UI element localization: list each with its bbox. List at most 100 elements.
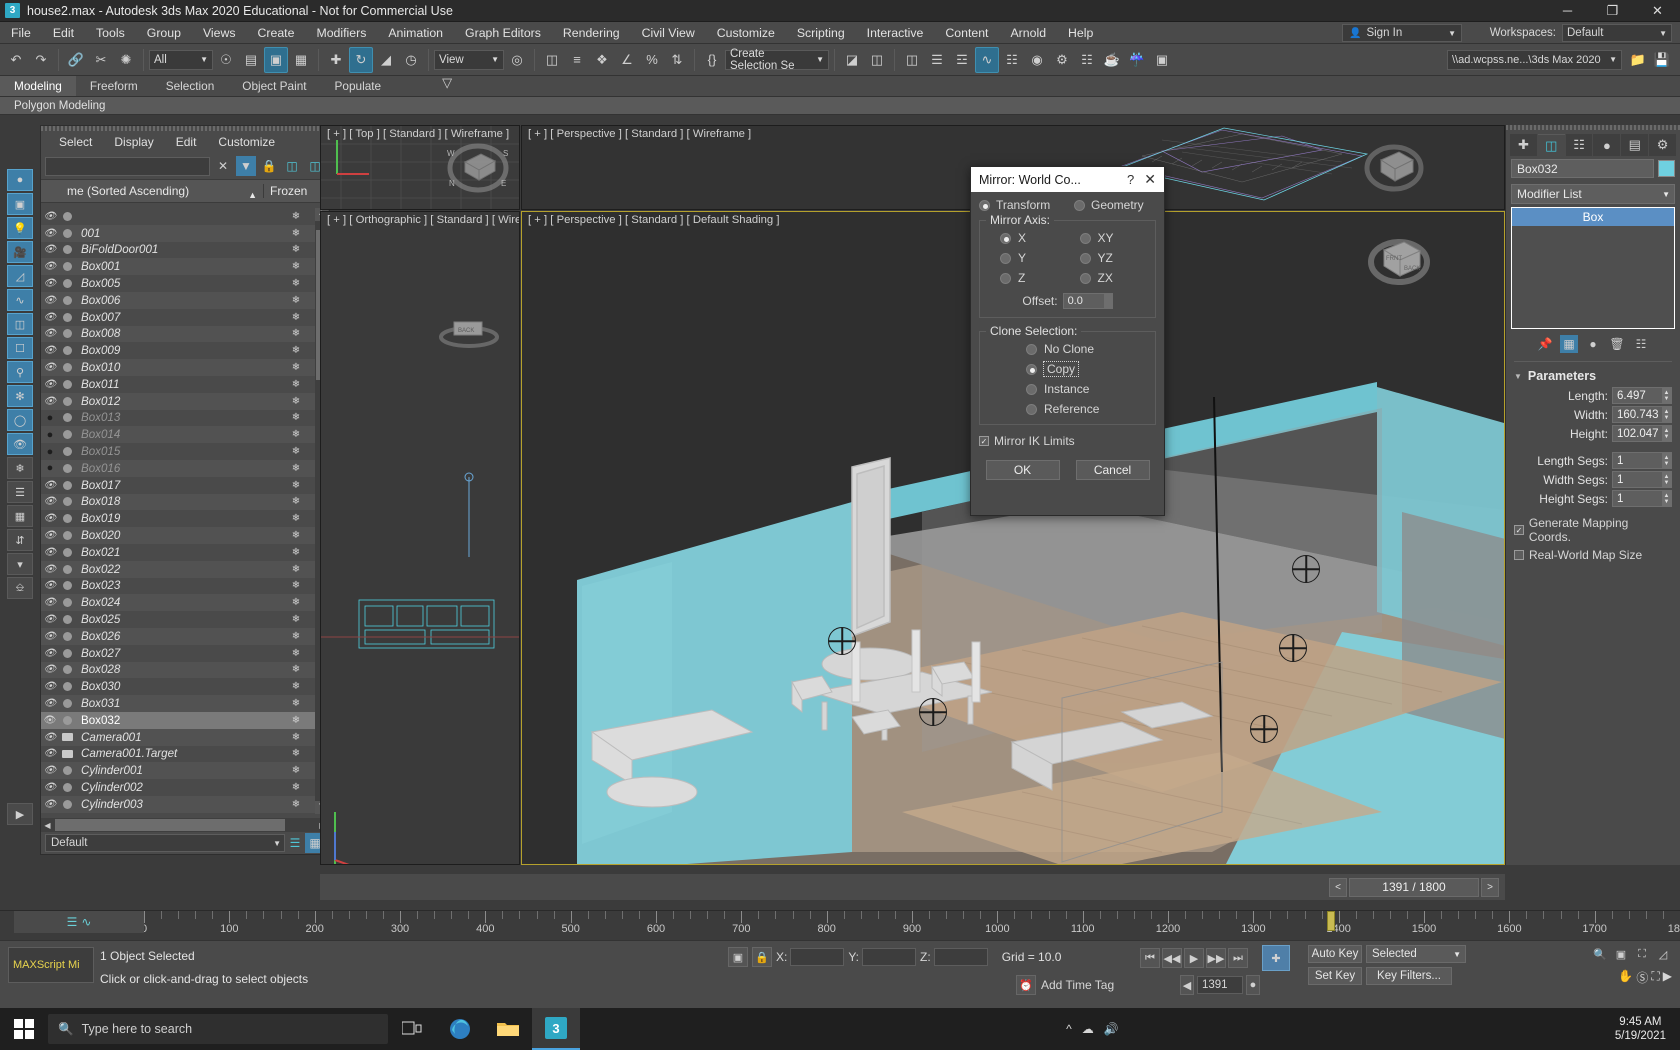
named-selection-icon[interactable]: {}: [700, 47, 724, 73]
clear-search-icon[interactable]: ✕: [213, 156, 233, 176]
spinner-arrows-icon[interactable]: [1104, 294, 1112, 308]
param-length-segs-field[interactable]: 1 ▲▼: [1612, 452, 1672, 469]
hscroll-thumb[interactable]: [55, 819, 285, 831]
file-explorer-button[interactable]: [484, 1008, 532, 1050]
ribbon-tab-freeform[interactable]: Freeform: [76, 76, 152, 96]
spinner-arrows-icon[interactable]: ▲▼: [1662, 407, 1671, 422]
filter-shapes-icon[interactable]: ◯: [7, 409, 33, 431]
maximize-viewport-icon[interactable]: ⛶: [1651, 969, 1659, 986]
material-editor-icon[interactable]: ◉: [1025, 47, 1049, 73]
task-view-button[interactable]: [388, 1008, 436, 1050]
expand-panel-icon[interactable]: ▶: [7, 803, 33, 825]
select-link-icon[interactable]: 🔗: [64, 47, 88, 73]
eye-icon[interactable]: 👁: [41, 480, 59, 491]
ribbon-tab-populate[interactable]: Populate: [321, 76, 396, 96]
object-color-swatch[interactable]: [1658, 160, 1675, 177]
expand-all-icon[interactable]: ◫: [282, 156, 302, 176]
radio-icon[interactable]: [1000, 253, 1011, 264]
previous-frame-icon[interactable]: ◀◀: [1162, 948, 1182, 968]
object-color-dot[interactable]: [59, 531, 75, 540]
explorer-object-list[interactable]: 👁❄👁001❄👁BiFoldDoor001❄👁Box001❄👁Box005❄👁B…: [41, 208, 329, 814]
checkbox-real-world-map-size[interactable]: Real-World Map Size: [1506, 546, 1680, 564]
workspaces-combo[interactable]: Default ▼: [1562, 24, 1672, 42]
menu-modifiers[interactable]: Modifiers: [305, 22, 377, 44]
radio-icon[interactable]: [1026, 384, 1037, 395]
camera-icon[interactable]: [59, 733, 75, 741]
filter-funnel-icon[interactable]: ▾: [7, 553, 33, 575]
window-crossing-icon[interactable]: ▦: [289, 47, 313, 73]
table-row[interactable]: 👁Cylinder003❄: [41, 796, 329, 813]
table-row[interactable]: 👁Box005❄: [41, 275, 329, 292]
playhead-handle[interactable]: [1327, 911, 1335, 931]
current-frame-field[interactable]: 1391 / 1800: [1349, 878, 1479, 897]
table-row[interactable]: 👁BiFoldDoor001❄: [41, 242, 329, 259]
object-color-dot[interactable]: [59, 565, 75, 574]
menu-civil-view[interactable]: Civil View: [631, 22, 706, 44]
table-row[interactable]: 👁Box020❄: [41, 527, 329, 544]
selection-lock-icon[interactable]: 🔒: [752, 947, 772, 967]
eye-icon[interactable]: 👁: [41, 765, 59, 776]
tab-display[interactable]: ▤: [1621, 134, 1648, 156]
eye-icon[interactable]: 👁: [41, 278, 59, 289]
volume-icon[interactable]: 🔊: [1104, 1022, 1119, 1036]
eye-closed-icon[interactable]: ●: [41, 446, 59, 458]
radio-axis-x[interactable]: X: [1000, 231, 1068, 245]
explorer-menu-edit[interactable]: Edit: [166, 131, 207, 153]
object-color-dot[interactable]: [59, 380, 75, 389]
object-color-dot[interactable]: [59, 716, 75, 725]
select-and-scale-icon[interactable]: ◢: [374, 47, 398, 73]
eye-icon[interactable]: 👁: [41, 664, 59, 675]
eye-icon[interactable]: 👁: [41, 782, 59, 793]
menu-help[interactable]: Help: [1057, 22, 1104, 44]
lock-icon[interactable]: 🔒: [259, 156, 279, 176]
filter-particles-icon[interactable]: ✻: [7, 385, 33, 407]
table-row[interactable]: 👁Box011❄: [41, 376, 329, 393]
radio-icon[interactable]: [1080, 253, 1091, 264]
align-icon[interactable]: ≡: [565, 47, 589, 73]
mirror-dialog[interactable]: Mirror: World Co... ? ✕ Transform Geomet…: [970, 166, 1165, 516]
table-row[interactable]: 👁Cylinder001❄: [41, 762, 329, 779]
filter-all-icon[interactable]: ●: [7, 169, 33, 191]
layer-manager-icon[interactable]: ◫: [900, 47, 924, 73]
menu-arnold[interactable]: Arnold: [999, 22, 1057, 44]
filter-spacewarps-icon[interactable]: ∿: [7, 289, 33, 311]
go-to-end-icon[interactable]: ⏭: [1228, 948, 1248, 968]
eye-icon[interactable]: 👁: [41, 799, 59, 810]
undo-button[interactable]: ↶: [4, 47, 28, 73]
table-row[interactable]: 👁Camera001.Target❄: [41, 746, 329, 763]
table-row[interactable]: 👁Box008❄: [41, 326, 329, 343]
param-width-segs-field[interactable]: 1 ▲▼: [1612, 471, 1672, 488]
param-height-field[interactable]: 102.047 ▲▼: [1612, 425, 1672, 442]
table-row[interactable]: 👁Box024❄: [41, 594, 329, 611]
menu-customize[interactable]: Customize: [706, 22, 786, 44]
filter-sort-icon[interactable]: ⇵: [7, 529, 33, 551]
ribbon-tab-object-paint[interactable]: Object Paint: [228, 76, 320, 96]
layer-list-icon[interactable]: ☰: [285, 833, 305, 853]
parameters-rollout-title[interactable]: ▼ Parameters: [1506, 366, 1680, 386]
eye-icon[interactable]: 👁: [41, 295, 59, 306]
walkthrough-icon[interactable]: ▶: [1663, 969, 1672, 986]
eye-icon[interactable]: 👁: [41, 631, 59, 642]
filter-layer-icon[interactable]: ▦: [7, 505, 33, 527]
table-row[interactable]: 👁Box007❄: [41, 309, 329, 326]
radio-axis-zx[interactable]: ZX: [1080, 271, 1148, 285]
view-cube-perspective[interactable]: [1359, 130, 1429, 200]
object-color-dot[interactable]: [59, 245, 75, 254]
eye-icon[interactable]: 👁: [41, 681, 59, 692]
maxscript-mini-listener[interactable]: MAXScript Mi: [8, 947, 94, 983]
table-row[interactable]: 👁Box021❄: [41, 544, 329, 561]
eye-icon[interactable]: 👁: [41, 379, 59, 390]
eye-icon[interactable]: 👁: [41, 496, 59, 507]
mirror-ik-limits-checkbox[interactable]: ✓ Mirror IK Limits: [979, 434, 1156, 448]
pin-stack-icon[interactable]: 📌: [1536, 335, 1554, 353]
select-and-move-status-icon[interactable]: ✚: [1262, 945, 1290, 971]
remove-modifier-icon[interactable]: 🗑: [1608, 335, 1626, 353]
object-color-dot[interactable]: [59, 497, 75, 506]
tab-create[interactable]: ✚: [1510, 134, 1537, 156]
column-name[interactable]: me (Sorted Ascending) ▲: [41, 184, 263, 198]
use-pivot-center-icon[interactable]: ◎: [505, 47, 529, 73]
layer-combo[interactable]: Default ▼: [45, 834, 285, 852]
viewport-top[interactable]: [ + ] [ Top ] [ Standard ] [ Wireframe ]: [320, 125, 520, 210]
table-row[interactable]: 👁Box010❄: [41, 359, 329, 376]
filter-hidden-icon[interactable]: 👁: [7, 433, 33, 455]
